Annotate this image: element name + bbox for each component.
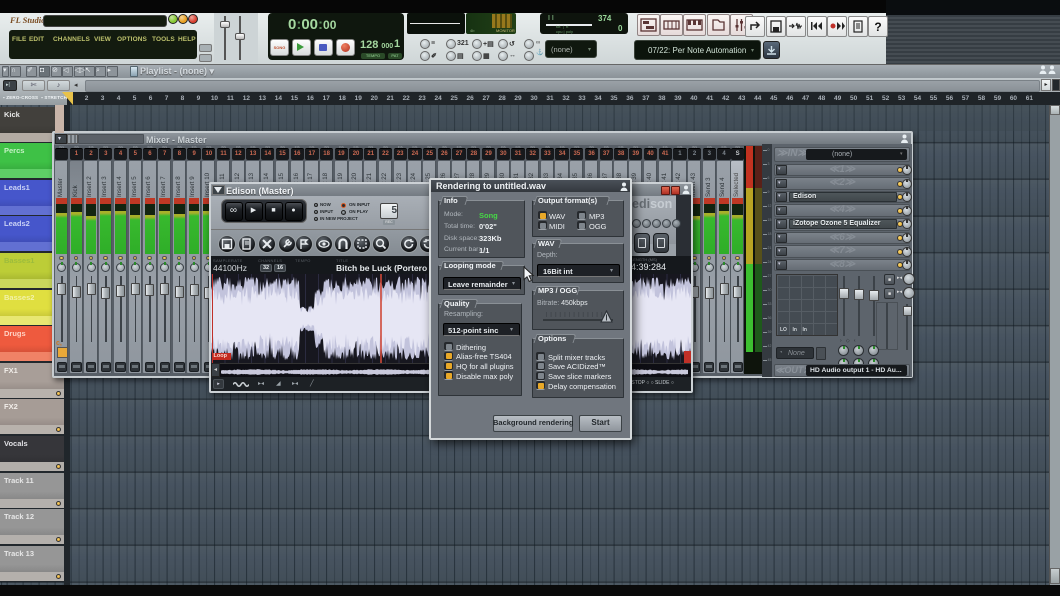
svg-text:?: ?	[874, 20, 881, 34]
